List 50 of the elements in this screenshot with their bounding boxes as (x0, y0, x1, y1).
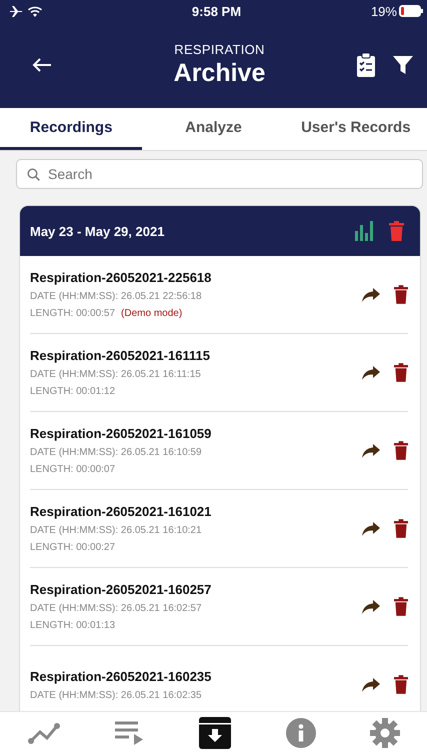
clipboard-checklist-icon[interactable] (357, 53, 375, 77)
share-arrow-icon[interactable] (362, 678, 380, 692)
trash-icon[interactable] (394, 519, 408, 538)
share-arrow-icon[interactable] (362, 444, 380, 458)
recording-name[interactable]: Respiration-26052021-161021 (30, 504, 348, 519)
recording-name[interactable]: Respiration-26052021-160235 (30, 668, 348, 684)
settings-icon[interactable] (370, 718, 400, 748)
demo-mode-label: (Demo mode) (121, 308, 182, 319)
recording-length: LENGTH: 00:00:27 (30, 542, 116, 553)
recording-name[interactable]: Respiration-26052021-225618 (30, 270, 348, 285)
recording-date: DATE (HH:MM:SS): 26.05.21 16:02:57 (30, 603, 203, 614)
recording-date: DATE (HH:MM:SS): 26.05.21 22:56:18 (30, 291, 203, 302)
share-arrow-icon[interactable] (362, 288, 380, 302)
trash-icon[interactable] (394, 363, 408, 382)
search-icon (27, 168, 40, 181)
recording-name[interactable]: Respiration-26052021-161115 (30, 348, 348, 363)
wifi-icon (28, 6, 42, 16)
header-title: Archive (174, 59, 266, 88)
group-date-range: May 23 - May 29, 2021 (30, 224, 166, 238)
battery-icon (398, 5, 423, 17)
archive-box-icon[interactable] (199, 717, 232, 749)
recording-date: DATE (HH:MM:SS): 26.05.21 16:10:59 (30, 447, 203, 458)
recording-length: LENGTH: 00:01:13 (30, 620, 116, 631)
recording-name[interactable]: Respiration-26052021-161059 (30, 426, 348, 441)
trash-icon[interactable] (394, 675, 408, 694)
recording-length: LENGTH: 00:01:12 (30, 386, 116, 397)
airplane-icon (10, 6, 23, 16)
trash-icon[interactable] (394, 285, 408, 304)
share-arrow-icon[interactable] (362, 522, 380, 536)
share-arrow-icon[interactable] (362, 366, 380, 380)
playlist-icon[interactable] (115, 721, 146, 745)
info-icon[interactable] (286, 718, 316, 748)
header-subtitle: RESPIRATION (174, 42, 265, 57)
trash-icon[interactable] (389, 221, 404, 241)
trash-icon[interactable] (394, 597, 408, 616)
trash-icon[interactable] (394, 441, 408, 460)
line-graph-icon[interactable] (27, 721, 62, 745)
status-time: 9:58 PM (192, 4, 242, 18)
recording-length: LENGTH: 00:00:57 (30, 308, 116, 319)
recording-date: DATE (HH:MM:SS): 26.05.21 16:11:15 (30, 369, 202, 380)
recording-date: DATE (HH:MM:SS): 26.05.21 16:10:21 (30, 525, 203, 536)
search-field[interactable]: Search (16, 159, 423, 189)
recording-date: DATE (HH:MM:SS): 26.05.21 16:02:35 (30, 690, 203, 700)
filter-icon[interactable] (393, 55, 413, 75)
recording-length: LENGTH: 00:00:07 (30, 464, 116, 475)
share-arrow-icon[interactable] (362, 600, 380, 614)
bar-chart-icon[interactable] (355, 221, 373, 241)
recording-name[interactable]: Respiration-26052021-160257 (30, 582, 348, 597)
battery-percent: 19% (370, 4, 397, 18)
back-arrow-icon[interactable] (32, 57, 52, 73)
